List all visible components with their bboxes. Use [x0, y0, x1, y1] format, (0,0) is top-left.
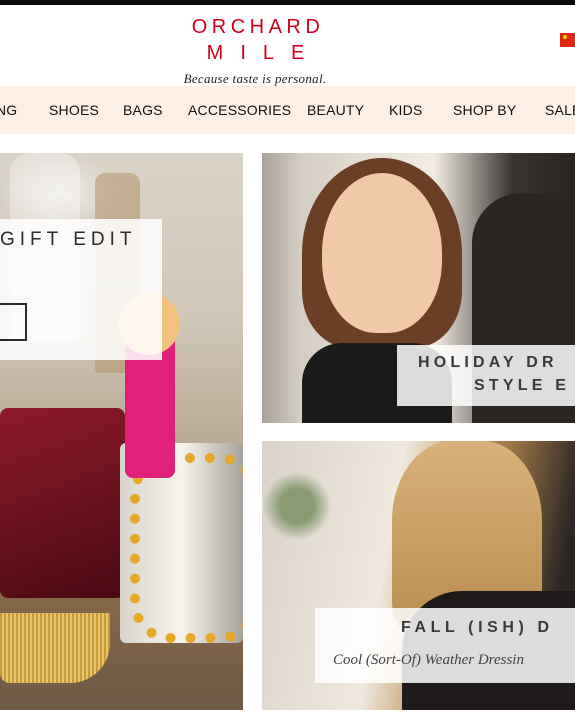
nav-label: KIDS: [389, 102, 423, 118]
holiday-title-line-2: STYLE E: [474, 377, 571, 394]
china-flag-icon[interactable]: [560, 33, 575, 47]
nav-label: SHOES: [49, 102, 100, 118]
nav-item-kids[interactable]: KIDS: [389, 86, 422, 134]
nav-label: BEAUTY: [307, 102, 365, 118]
main-navigation: NG SHOES BAGS ACCESSORIES BEAUTY KIDS SH…: [0, 86, 575, 134]
handbag-image: [0, 408, 125, 598]
nav-item-shop-by[interactable]: SHOP BY: [453, 86, 516, 134]
nav-label: ACCESSORIES: [188, 102, 292, 118]
nav-item-shoes[interactable]: SHOES: [49, 86, 99, 134]
fall-title: FALL (ISH) D: [401, 619, 554, 636]
nav-label: BAGS: [123, 102, 163, 118]
nav-item-clothing[interactable]: NG: [0, 86, 17, 134]
nav-label: SHOP BY: [453, 102, 517, 118]
logo-tagline: Because taste is personal.: [183, 71, 327, 86]
fall-dressing-panel: FALL (ISH) D Cool (Sort-Of) Weather Dres…: [315, 608, 575, 683]
fall-subtitle: Cool (Sort-Of) Weather Dressin: [333, 652, 524, 668]
nav-label: NG: [0, 102, 18, 118]
gift-edit-title: GIFT EDIT: [0, 229, 137, 250]
holiday-title-line-1: HOLIDAY DR: [418, 354, 558, 371]
nav-item-beauty[interactable]: BEAUTY: [307, 86, 364, 134]
top-black-bar: [0, 0, 575, 5]
mirror-image: [262, 153, 302, 423]
gold-chain-image: [130, 453, 243, 643]
logo-line-1: ORCHARD: [191, 16, 325, 38]
logo-line-2: MILE: [206, 42, 322, 64]
plant-image: [262, 461, 332, 551]
nav-item-sale[interactable]: SALE: [545, 86, 575, 134]
holiday-dressing-tile[interactable]: HOLIDAY DR STYLE E: [262, 153, 575, 423]
model-face-image: [322, 173, 442, 333]
nav-label: SALE: [545, 102, 575, 118]
fall-ish-dressing-tile[interactable]: FALL (ISH) D Cool (Sort-Of) Weather Dres…: [262, 441, 575, 710]
gift-edit-shop-button[interactable]: [0, 303, 27, 341]
gift-edit-tile[interactable]: GIFT EDIT: [0, 153, 243, 710]
gift-edit-panel: GIFT EDIT: [0, 219, 162, 360]
gold-tassel-image: [0, 613, 110, 683]
holiday-dressing-panel: HOLIDAY DR STYLE E: [397, 345, 575, 406]
nav-item-bags[interactable]: BAGS: [123, 86, 163, 134]
site-logo[interactable]: ORCHARD MILE Because taste is personal.: [160, 14, 350, 87]
nav-item-accessories[interactable]: ACCESSORIES: [188, 86, 291, 134]
